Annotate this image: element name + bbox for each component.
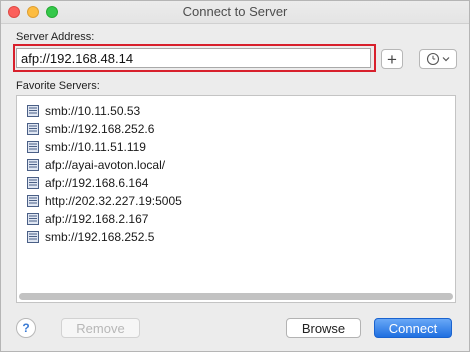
- favorite-server-item[interactable]: afp://192.168.2.167: [27, 210, 148, 227]
- chevron-down-icon: [442, 57, 450, 62]
- server-icon: [27, 158, 39, 171]
- favorite-server-address: afp://192.168.6.164: [45, 175, 149, 190]
- favorite-server-item[interactable]: afp://192.168.6.164: [27, 174, 148, 191]
- server-icon: [27, 140, 39, 153]
- favorite-server-item[interactable]: smb://192.168.252.5: [27, 228, 154, 245]
- favorite-server-address: smb://192.168.252.6: [45, 121, 155, 136]
- favorite-server-address: smb://10.11.50.53: [45, 103, 141, 118]
- favorite-server-item[interactable]: smb://10.11.51.119: [27, 138, 146, 155]
- favorite-server-address: http://202.32.227.19:5005: [45, 193, 182, 208]
- server-icon: [27, 104, 39, 117]
- server-address-label: Server Address:: [16, 31, 95, 43]
- connect-to-server-window: Connect to Server Server Address: + Favo…: [0, 0, 470, 352]
- server-icon: [27, 122, 39, 135]
- add-favorite-button[interactable]: +: [381, 49, 403, 69]
- help-button[interactable]: ?: [16, 318, 36, 338]
- title-bar: Connect to Server: [1, 1, 469, 24]
- favorite-servers-list[interactable]: smb://10.11.50.53 smb://192.168.252.6 sm…: [16, 95, 456, 303]
- browse-button[interactable]: Browse: [286, 318, 361, 338]
- server-address-input[interactable]: [16, 48, 371, 68]
- favorite-server-item[interactable]: afp://ayai-avoton.local/: [27, 156, 165, 173]
- remove-button[interactable]: Remove: [61, 318, 140, 338]
- favorite-server-address: afp://192.168.2.167: [45, 211, 149, 226]
- clock-icon: [426, 52, 440, 66]
- favorite-server-address: smb://10.11.51.119: [45, 139, 146, 154]
- server-icon: [27, 176, 39, 189]
- favorite-server-item[interactable]: http://202.32.227.19:5005: [27, 192, 182, 209]
- plus-icon: +: [387, 49, 397, 69]
- favorite-server-address: afp://ayai-avoton.local/: [45, 157, 166, 172]
- server-icon: [27, 194, 39, 207]
- server-icon: [27, 212, 39, 225]
- connect-button[interactable]: Connect: [374, 318, 452, 338]
- server-icon: [27, 230, 39, 243]
- horizontal-scrollbar[interactable]: [19, 293, 453, 300]
- favorite-server-item[interactable]: smb://192.168.252.6: [27, 120, 154, 137]
- window-title: Connect to Server: [182, 4, 288, 19]
- recent-servers-button[interactable]: [419, 49, 457, 69]
- favorite-servers-label: Favorite Servers:: [16, 80, 100, 92]
- question-mark-icon: ?: [22, 321, 30, 335]
- favorite-server-item[interactable]: smb://10.11.50.53: [27, 102, 140, 119]
- favorite-server-address: smb://192.168.252.5: [45, 229, 155, 244]
